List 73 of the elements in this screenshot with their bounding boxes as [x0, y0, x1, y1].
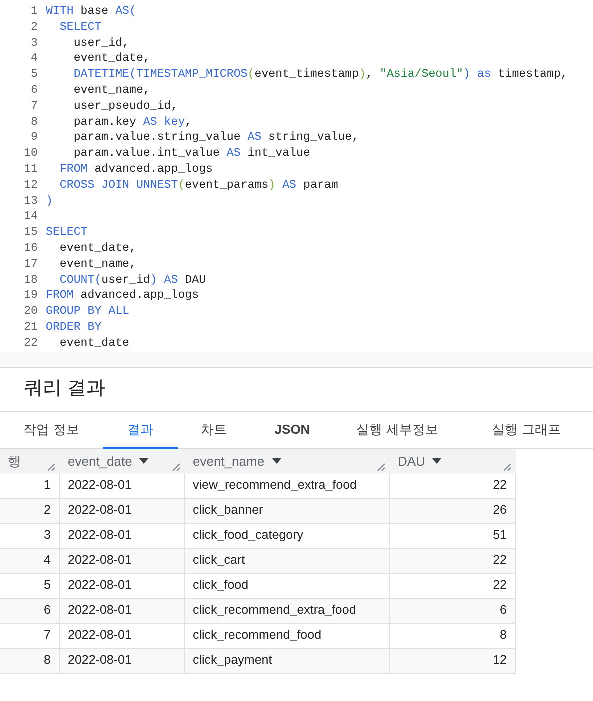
- code-line: user_pseudo_id,: [72, 98, 178, 115]
- results-tab[interactable]: 작업 정보: [0, 412, 103, 449]
- line-number: 9: [30, 130, 39, 146]
- line-number: 18: [23, 272, 39, 288]
- results-tab[interactable]: JSON: [250, 412, 335, 449]
- code-line: FROM advanced.app_logs: [58, 162, 213, 178]
- line-number: 20: [23, 304, 39, 320]
- code-line: event_name,: [72, 82, 150, 99]
- results-title: 쿼리 결과: [0, 368, 593, 412]
- line-number: 10: [23, 146, 39, 162]
- line-number: 16: [23, 240, 39, 257]
- table-cell: 26: [390, 498, 516, 524]
- table-cell: 2022-08-01: [60, 648, 185, 674]
- code-line: DATETIME(TIMESTAMP_MICROS(event_timestamp), "Asia/Seoul") as timestamp,: [72, 67, 568, 83]
- table-cell: 2022-08-01: [60, 548, 185, 574]
- row-number: 4: [0, 548, 60, 574]
- table-cell: click_banner: [185, 498, 390, 524]
- code-line: CROSS JOIN UNNEST(event_params) AS param: [58, 178, 338, 194]
- table-cell: click_cart: [185, 548, 390, 574]
- line-number: 7: [30, 98, 39, 115]
- resize-handle-icon: [172, 462, 181, 472]
- code-line: FROM advanced.app_logs: [46, 288, 200, 304]
- table-cell: 6: [390, 598, 516, 624]
- column-title[interactable]: DAU: [398, 452, 426, 472]
- column-title[interactable]: event_date: [68, 452, 132, 472]
- line-number: 5: [30, 67, 39, 83]
- line-number: 2: [30, 20, 39, 36]
- line-number: 13: [23, 194, 39, 210]
- line-number: 22: [23, 336, 39, 352]
- table-cell: 2022-08-01: [60, 598, 185, 624]
- line-number: 3: [30, 36, 39, 52]
- line-number: 6: [30, 82, 39, 99]
- table-cell: 12: [390, 648, 516, 674]
- code-line: event_name,: [58, 256, 136, 273]
- row-number: 8: [0, 648, 60, 674]
- line-number: 14: [23, 209, 39, 226]
- table-cell: click_recommend_extra_food: [185, 598, 390, 624]
- results-tab[interactable]: 실행 세부정보: [335, 412, 460, 449]
- row-number: 6: [0, 598, 60, 624]
- code-line: param.key AS key,: [72, 114, 192, 130]
- resize-handle-icon: [503, 462, 512, 472]
- code-line: GROUP BY ALL: [46, 304, 130, 320]
- line-number: 15: [23, 225, 39, 241]
- resize-handle-icon: [47, 462, 56, 472]
- code-line: param.value.string_value AS string_value,: [72, 130, 360, 146]
- code-line: event_date: [58, 336, 130, 352]
- code-line: ORDER BY: [46, 320, 102, 336]
- code-line: COUNT(user_id) AS DAU: [58, 272, 206, 288]
- column-title[interactable]: 행: [8, 452, 21, 472]
- results-tab[interactable]: 차트: [178, 412, 250, 449]
- code-line: event_date,: [72, 51, 150, 68]
- code-line: user_id,: [72, 36, 130, 52]
- line-number: 1: [30, 4, 39, 20]
- code-line: ): [46, 194, 53, 210]
- table-cell: click_payment: [185, 648, 390, 674]
- line-number: 21: [23, 320, 39, 336]
- code-line: SELECT: [58, 20, 102, 36]
- table-cell: 22: [390, 548, 516, 574]
- row-number: 2: [0, 498, 60, 524]
- table-cell: 2022-08-01: [60, 498, 185, 524]
- line-number: 8: [30, 114, 39, 130]
- line-number: 12: [23, 178, 39, 194]
- code-line: event_date,: [58, 240, 136, 257]
- code-line: SELECT: [46, 225, 88, 241]
- results-tab[interactable]: 실행 그래프: [460, 412, 593, 449]
- resize-handle-icon: [377, 462, 386, 472]
- line-number: 4: [30, 51, 39, 68]
- line-number: 17: [23, 256, 39, 273]
- column-title[interactable]: event_name: [193, 452, 265, 472]
- line-number: 11: [23, 162, 39, 178]
- code-line: param.value.int_value AS int_value: [72, 146, 310, 162]
- code-line: WITH base AS(: [46, 4, 136, 20]
- line-number: 19: [23, 288, 39, 304]
